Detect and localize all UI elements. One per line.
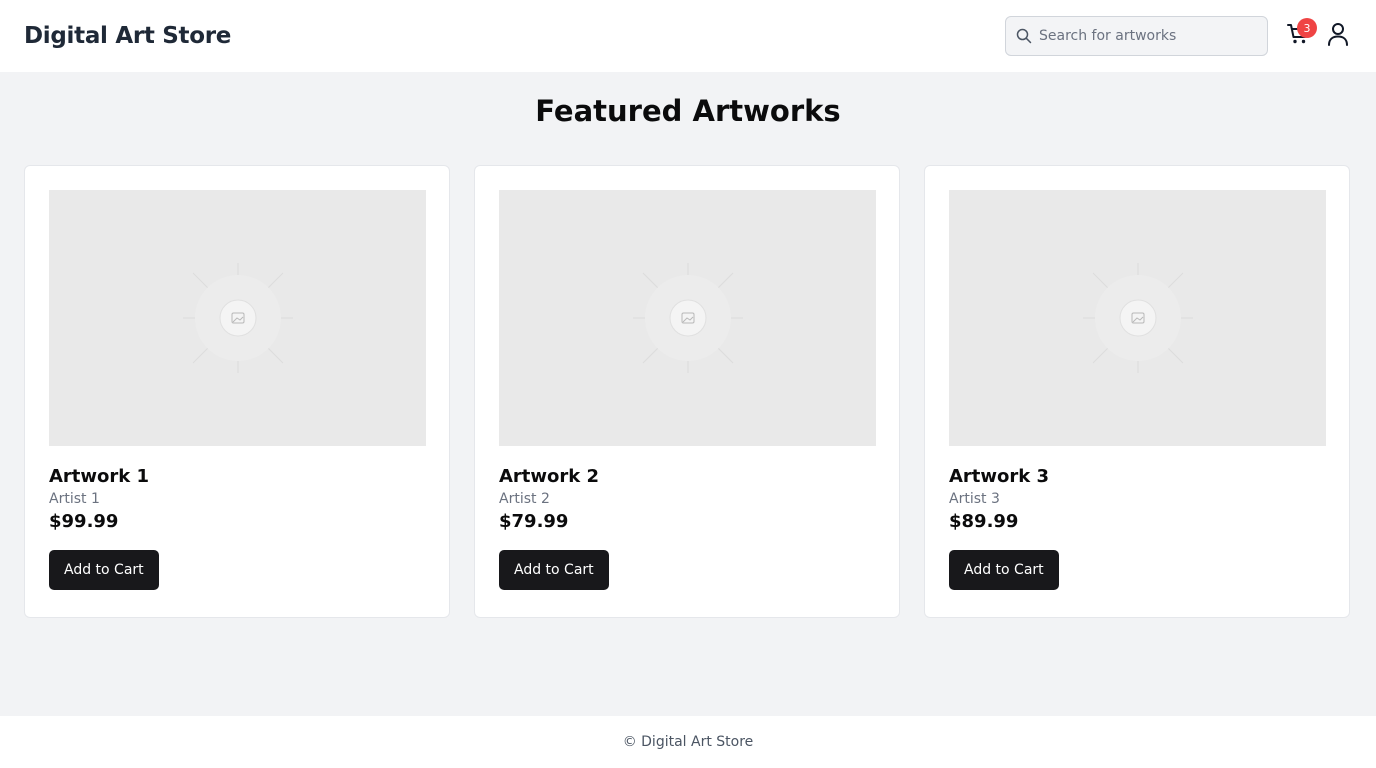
footer-copyright: © Digital Art Store xyxy=(622,734,754,750)
image-placeholder-icon xyxy=(1082,263,1193,373)
add-to-cart-button[interactable]: Add to Cart xyxy=(949,550,1059,590)
account-button[interactable] xyxy=(1324,22,1352,50)
search-input[interactable] xyxy=(1039,28,1249,44)
artwork-price: $79.99 xyxy=(499,511,569,532)
artwork-grid: Artwork 1 Artist 1 $99.99 Add to Cart Ar… xyxy=(24,165,1352,618)
image-placeholder-icon xyxy=(632,263,743,373)
artwork-title[interactable]: Artwork 1 xyxy=(49,466,425,487)
artwork-image-placeholder[interactable] xyxy=(499,190,876,446)
artist-name: Artist 1 xyxy=(49,491,100,507)
artwork-card: Artwork 1 Artist 1 $99.99 Add to Cart xyxy=(24,165,450,618)
brand-logo[interactable]: Digital Art Store xyxy=(24,23,231,49)
add-to-cart-button[interactable]: Add to Cart xyxy=(499,550,609,590)
cart-button[interactable]: 3 xyxy=(1284,18,1317,50)
artwork-image-placeholder[interactable] xyxy=(949,190,1326,446)
artwork-title[interactable]: Artwork 3 xyxy=(949,466,1325,487)
artwork-image-placeholder[interactable] xyxy=(49,190,426,446)
artwork-card: Artwork 2 Artist 2 $79.99 Add to Cart xyxy=(474,165,900,618)
page-title: Featured Artworks xyxy=(535,94,841,128)
artist-name: Artist 2 xyxy=(499,491,550,507)
cart-count-badge: 3 xyxy=(1297,18,1317,38)
site-header: Digital Art Store 3 xyxy=(0,0,1376,72)
add-to-cart-button[interactable]: Add to Cart xyxy=(49,550,159,590)
search-icon xyxy=(1016,28,1032,44)
artwork-card: Artwork 3 Artist 3 $89.99 Add to Cart xyxy=(924,165,1350,618)
site-footer: © Digital Art Store xyxy=(0,716,1376,768)
artwork-price: $99.99 xyxy=(49,511,119,532)
header-actions: 3 xyxy=(1005,16,1352,56)
user-icon xyxy=(1327,22,1349,50)
image-placeholder-icon xyxy=(182,263,293,373)
artwork-title[interactable]: Artwork 2 xyxy=(499,466,875,487)
artist-name: Artist 3 xyxy=(949,491,1000,507)
search-box[interactable] xyxy=(1005,16,1268,56)
artwork-price: $89.99 xyxy=(949,511,1019,532)
